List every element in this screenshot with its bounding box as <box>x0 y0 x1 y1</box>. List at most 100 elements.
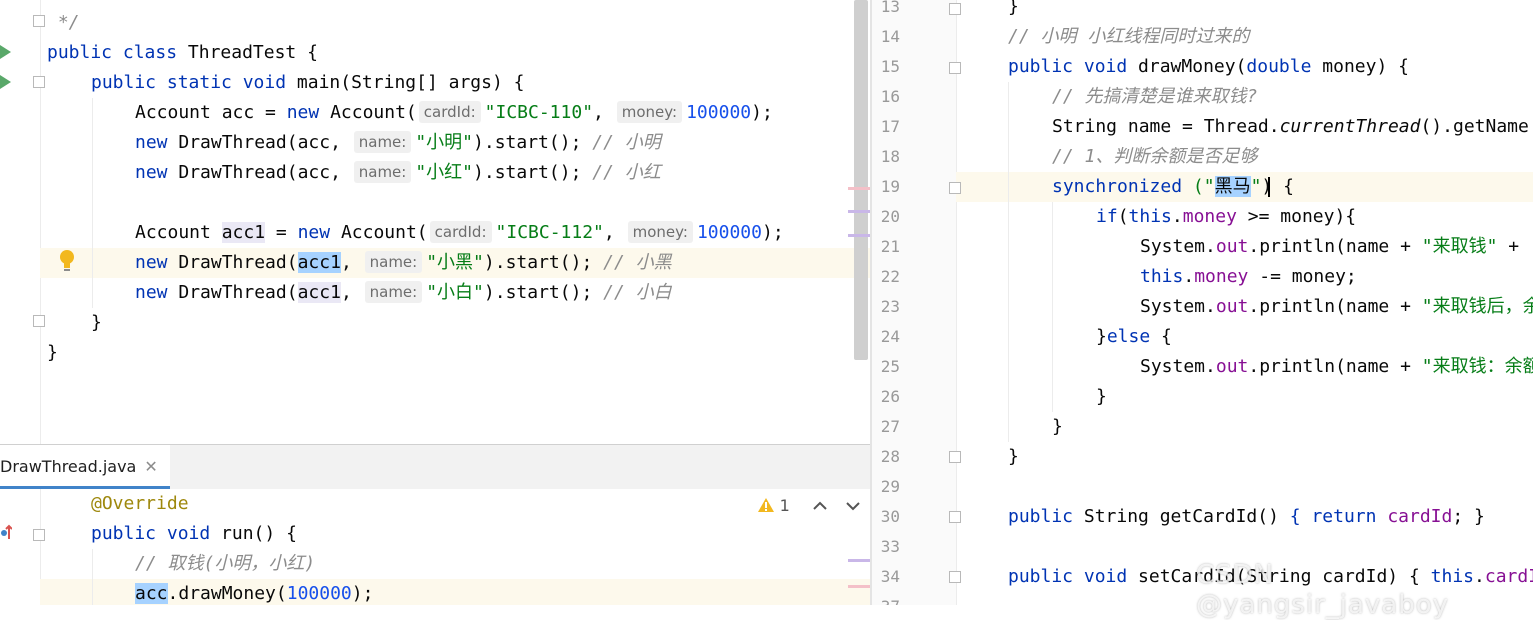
code-token: // 小白 <box>603 282 672 303</box>
left-editor[interactable]: */public class ThreadTest {public static… <box>0 0 870 444</box>
code-token: "小明" <box>415 132 474 153</box>
fold-marker-icon[interactable] <box>949 451 961 463</box>
code-token: double <box>1246 56 1323 77</box>
code-token: public void <box>1008 566 1139 587</box>
code-line[interactable]: String name = Thread.currentThread().get… <box>1052 112 1529 142</box>
line-number: 37 <box>872 592 900 605</box>
code-line[interactable]: System.out.println(name + "来取钱" + <box>1140 232 1519 262</box>
code-line[interactable]: new DrawThread(acc, name: "小明").start(); … <box>135 128 661 158</box>
code-line[interactable]: @Override <box>91 489 189 519</box>
left-scrollbar-thumb[interactable] <box>854 0 868 360</box>
line-number: 24 <box>880 327 900 346</box>
code-line[interactable]: }else { <box>1096 322 1172 352</box>
code-line[interactable]: public void drawMoney(double money) { <box>1008 52 1409 82</box>
left-gutter[interactable] <box>0 0 41 444</box>
code-token: new <box>135 132 179 153</box>
run-class-icon[interactable] <box>0 45 11 59</box>
fold-marker-icon[interactable] <box>33 76 45 88</box>
code-line[interactable]: public void run() { <box>91 519 297 549</box>
code-token: " <box>1250 176 1262 197</box>
code-token: System. <box>1140 356 1216 377</box>
code-token: } <box>1096 326 1107 347</box>
run-main-icon[interactable] <box>0 75 11 89</box>
code-line[interactable]: } <box>91 308 102 338</box>
editor-tab-bar: DrawThread.java ✕ <box>0 444 870 490</box>
code-token: // 小红 <box>592 162 661 183</box>
fold-marker-icon[interactable] <box>949 571 961 583</box>
code-token: // 先搞清楚是谁来取钱? <box>1052 86 1258 107</box>
code-line[interactable]: System.out.println(name + "来取钱后，余 <box>1140 292 1533 322</box>
code-line[interactable]: synchronized ("黑马") { <box>1052 172 1294 202</box>
code-token: cardId <box>1387 506 1453 527</box>
code-line[interactable]: */ <box>47 8 80 38</box>
code-token: .println(name + <box>1248 356 1422 377</box>
line-number: 14 <box>880 27 900 46</box>
override-method-icon[interactable] <box>0 523 13 543</box>
fold-marker-icon[interactable] <box>949 511 961 523</box>
code-token: ) { <box>1261 176 1294 197</box>
change-marker <box>848 234 870 237</box>
code-line[interactable]: new DrawThread(acc1, name: "小黑").start();… <box>135 248 672 278</box>
code-token: } <box>1096 386 1107 407</box>
code-line[interactable]: new DrawThread(acc1, name: "小白").start();… <box>135 278 672 308</box>
code-line[interactable]: System.out.println(name + "来取钱：余额 <box>1140 352 1533 382</box>
code-token: DrawThread( <box>178 282 298 303</box>
parameter-hint: name: <box>364 281 423 303</box>
code-line[interactable]: this.money -= money; <box>1140 262 1357 292</box>
code-token: { <box>1161 326 1172 347</box>
code-token: 100000 <box>696 222 762 243</box>
code-line[interactable]: } <box>1096 382 1107 412</box>
code-line[interactable]: if(this.money >= money){ <box>1096 202 1356 232</box>
code-token: + <box>1497 236 1520 257</box>
bottom-code-area[interactable]: @Override public void run() {// 取钱(小明，小红)… <box>47 489 852 605</box>
code-line[interactable]: // 1、判断余额是否足够 <box>1052 142 1257 172</box>
code-line[interactable]: public static void main(String[] args) { <box>91 68 524 98</box>
code-token: "来取钱后，余 <box>1421 296 1533 317</box>
code-line[interactable]: } <box>1008 442 1019 472</box>
line-number: 28 <box>880 447 900 466</box>
right-editor[interactable]: 13 14 15 16 17 18 19 20 21 22 23 24 25 26 27 28 29 30 33 34… <box>872 0 1533 605</box>
close-tab-icon[interactable]: ✕ <box>144 457 157 476</box>
code-token: @Override <box>91 493 189 514</box>
code-line[interactable]: // 先搞清楚是谁来取钱? <box>1052 82 1257 112</box>
code-line[interactable]: } <box>47 338 58 368</box>
code-line[interactable]: } <box>1052 412 1063 442</box>
fold-marker-icon[interactable] <box>33 529 45 541</box>
fold-marker-icon[interactable] <box>949 62 961 74</box>
tab-drawthread-java[interactable]: DrawThread.java ✕ <box>0 445 170 489</box>
fold-marker-icon[interactable] <box>33 315 45 327</box>
tab-label: DrawThread.java <box>0 457 137 476</box>
next-highlight-icon[interactable] <box>846 496 860 515</box>
code-line[interactable]: public class ThreadTest { <box>47 38 318 68</box>
code-line[interactable]: // 小明 小红线程同时过来的 <box>1008 22 1249 52</box>
warning-triangle-icon[interactable] <box>757 497 775 513</box>
code-token: acc1 <box>221 222 266 243</box>
left-code-area[interactable]: */public class ThreadTest {public static… <box>47 0 852 444</box>
code-token: acc1 <box>297 282 341 303</box>
parameter-hint: name: <box>364 251 423 273</box>
inspection-widget[interactable]: 1 <box>757 496 860 522</box>
code-line[interactable]: public String getCardId() { return cardI… <box>1008 502 1485 532</box>
code-line[interactable]: acc.drawMoney(100000); <box>135 579 373 605</box>
code-line[interactable]: Account acc1 = new Account(cardId: "ICBC-… <box>135 218 784 248</box>
bottom-gutter[interactable] <box>0 489 41 605</box>
code-token: } <box>1008 446 1019 467</box>
fold-marker-icon[interactable] <box>949 3 961 15</box>
right-code-area[interactable]: } // 小明 小红线程同时过来的 public void drawMoney(do… <box>964 0 1533 605</box>
fold-marker-icon[interactable] <box>949 182 961 194</box>
code-line[interactable]: // 取钱(小明，小红) <box>135 549 315 579</box>
code-token: money) { <box>1322 56 1409 77</box>
code-line[interactable]: Account acc = new Account(cardId: "ICBC-1… <box>135 98 773 128</box>
code-token: = <box>265 222 298 243</box>
bottom-editor[interactable]: @Override public void run() {// 取钱(小明，小红)… <box>0 489 870 605</box>
line-number: 17 <box>880 117 900 136</box>
code-token: // 1、判断余额是否足够 <box>1052 146 1258 167</box>
code-line[interactable]: } <box>1008 0 1019 22</box>
code-line[interactable]: new DrawThread(acc, name: "小红").start(); … <box>135 158 661 188</box>
code-token: "ICBC-112" <box>495 222 604 243</box>
code-token: System. <box>1140 236 1216 257</box>
fold-marker-icon[interactable] <box>33 15 45 27</box>
code-token: ).start(); <box>473 162 593 183</box>
code-token: 100000 <box>686 102 752 123</box>
previous-highlight-icon[interactable] <box>813 496 827 515</box>
